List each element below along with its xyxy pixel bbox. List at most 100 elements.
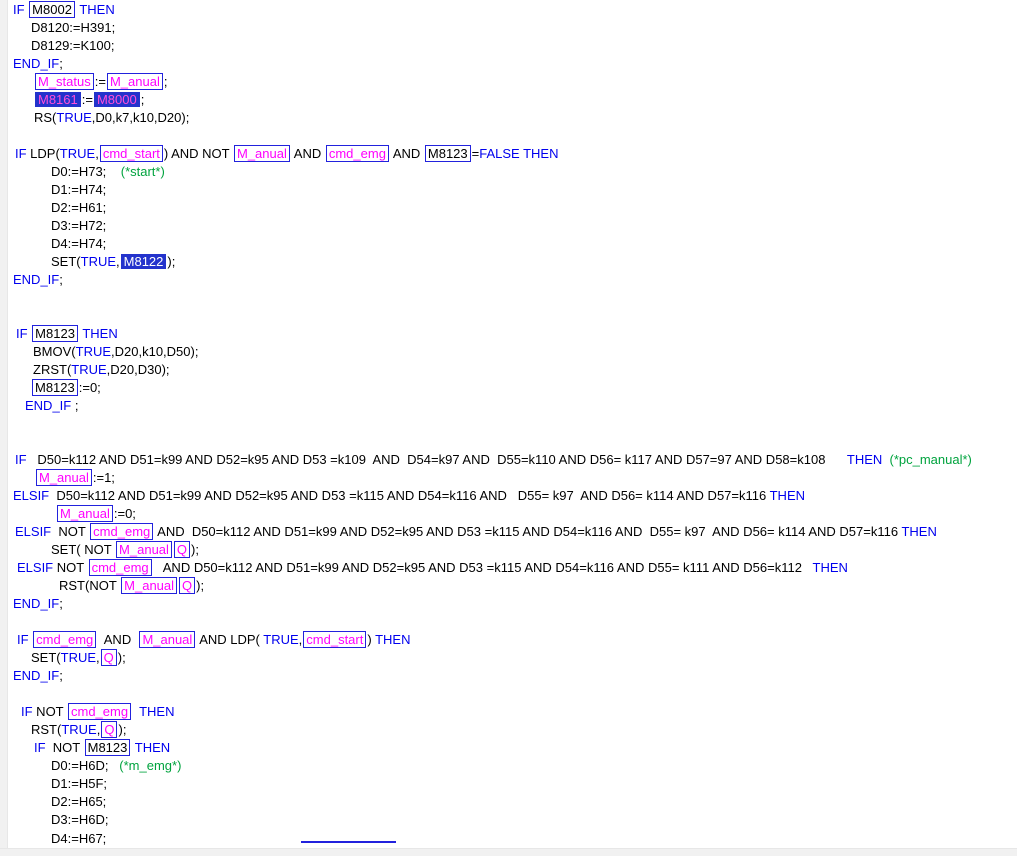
code-line[interactable]: M8161:=M8000; [9, 91, 1017, 109]
code-line[interactable]: ELSIF NOT cmd_emg AND D50=k112 AND D51=k… [9, 559, 1017, 577]
code-line[interactable]: D3:=H72; [9, 217, 1017, 235]
code-line[interactable]: IF NOT cmd_emg THEN [9, 703, 1017, 721]
code-text: D8129:=K100; [31, 38, 114, 53]
comment: (*pc_manual*) [882, 452, 972, 467]
keyword: END_IF [13, 272, 59, 287]
code-text: SET( [31, 650, 61, 665]
variable-box[interactable]: M_anual [139, 631, 195, 648]
code-line[interactable] [9, 307, 1017, 325]
code-text: AND [390, 146, 424, 161]
variable-box[interactable]: M_anual [121, 577, 177, 594]
variable-box[interactable]: Q [101, 721, 117, 738]
keyword: ELSIF [13, 488, 49, 503]
code-line[interactable]: END_IF; [9, 55, 1017, 73]
keyword: THEN [82, 326, 117, 341]
code-line[interactable]: IF NOT M8123 THEN [9, 739, 1017, 757]
code-line[interactable]: D2:=H61; [9, 199, 1017, 217]
keyword: THEN [139, 704, 174, 719]
selected-variable[interactable]: M8161 [35, 92, 81, 107]
code-line[interactable]: D4:=H67; [9, 829, 1017, 847]
keyword: IF [17, 632, 32, 647]
code-line[interactable]: SET( NOT M_anualQ); [9, 541, 1017, 559]
code-line[interactable] [9, 289, 1017, 307]
horizontal-scrollbar[interactable] [0, 848, 1017, 856]
code-text: D4:=H67; [51, 831, 106, 846]
variable-box[interactable]: M_status [35, 73, 94, 90]
variable-box[interactable]: M_anual [234, 145, 290, 162]
code-text: D8120:=H391; [31, 20, 115, 35]
keyword: TRUE [61, 722, 96, 737]
code-line[interactable]: ELSIF NOT cmd_emg AND D50=k112 AND D51=k… [9, 523, 1017, 541]
code-line[interactable]: M8123:=0; [9, 379, 1017, 397]
selected-variable[interactable]: M8000 [94, 92, 140, 107]
code-line[interactable]: M_status:=M_anual; [9, 73, 1017, 91]
variable-box[interactable]: cmd_start [100, 145, 163, 162]
variable-box[interactable]: Q [179, 577, 195, 594]
device-box[interactable]: M8002 [29, 1, 75, 18]
code-editor[interactable]: IF M8002 THEND8120:=H391;D8129:=K100;END… [9, 1, 1017, 847]
variable-box[interactable]: cmd_emg [90, 523, 153, 540]
code-line[interactable]: RST(NOT M_anualQ); [9, 577, 1017, 595]
code-line[interactable]: ELSIF D50=k112 AND D51=k99 AND D52=k95 A… [9, 487, 1017, 505]
code-line[interactable]: END_IF; [9, 667, 1017, 685]
code-line[interactable]: D8129:=K100; [9, 37, 1017, 55]
variable-box[interactable]: Q [101, 649, 117, 666]
cursor-underline[interactable] [301, 829, 396, 843]
device-box[interactable]: M8123 [32, 379, 78, 396]
code-line[interactable]: M_anual:=0; [9, 505, 1017, 523]
code-line[interactable]: IF M8123 THEN [9, 325, 1017, 343]
code-line[interactable]: IF LDP(TRUE,cmd_start) AND NOT M_anual A… [9, 145, 1017, 163]
code-line[interactable]: ZRST(TRUE,D20,D30); [9, 361, 1017, 379]
device-box[interactable]: M8123 [85, 739, 131, 756]
code-line[interactable]: IF M8002 THEN [9, 1, 1017, 19]
variable-box[interactable]: M_anual [36, 469, 92, 486]
code-line[interactable]: RST(TRUE,Q); [9, 721, 1017, 739]
device-box[interactable]: M8123 [32, 325, 78, 342]
code-line[interactable]: IF cmd_emg AND M_anual AND LDP( TRUE,cmd… [9, 631, 1017, 649]
code-line[interactable] [9, 433, 1017, 451]
code-line[interactable]: M_anual:=1; [9, 469, 1017, 487]
code-line[interactable]: D3:=H6D; [9, 811, 1017, 829]
code-line[interactable]: END_IF; [9, 271, 1017, 289]
code-line[interactable] [9, 685, 1017, 703]
code-text: , [97, 722, 101, 737]
device-box[interactable]: M8123 [425, 145, 471, 162]
code-line[interactable]: D8120:=H391; [9, 19, 1017, 37]
code-text: D3:=H6D; [51, 812, 108, 827]
code-line[interactable]: IF D50=k112 AND D51=k99 AND D52=k95 AND … [9, 451, 1017, 469]
code-line[interactable]: D0:=H6D; (*m_emg*) [9, 757, 1017, 775]
code-line[interactable]: BMOV(TRUE,D20,k10,D50); [9, 343, 1017, 361]
keyword: TRUE [56, 110, 91, 125]
code-line[interactable]: D1:=H74; [9, 181, 1017, 199]
variable-box[interactable]: cmd_start [303, 631, 366, 648]
variable-box[interactable]: cmd_emg [326, 145, 389, 162]
keyword: IF [15, 146, 30, 161]
variable-box[interactable]: cmd_emg [89, 559, 152, 576]
variable-box[interactable]: cmd_emg [68, 703, 131, 720]
code-line[interactable]: END_IF; [9, 595, 1017, 613]
code-line[interactable]: D2:=H65; [9, 793, 1017, 811]
code-text: D0:=H6D; [51, 758, 108, 773]
code-line[interactable]: SET(TRUE,M8122); [9, 253, 1017, 271]
code-line[interactable]: RS(TRUE,D0,k7,k10,D20); [9, 109, 1017, 127]
variable-box[interactable]: M_anual [107, 73, 163, 90]
code-lines: IF M8002 THEND8120:=H391;D8129:=K100;END… [9, 1, 1017, 847]
code-line[interactable] [9, 127, 1017, 145]
code-text: SET( [51, 254, 81, 269]
selected-device[interactable]: M8122 [121, 254, 167, 269]
code-line[interactable] [9, 415, 1017, 433]
code-text: , [95, 146, 99, 161]
code-line[interactable]: D0:=H73; (*start*) [9, 163, 1017, 181]
code-line[interactable]: D4:=H74; [9, 235, 1017, 253]
code-line[interactable]: D1:=H5F; [9, 775, 1017, 793]
code-text: , [116, 254, 120, 269]
keyword: ELSIF [17, 560, 53, 575]
code-line[interactable]: END_IF ; [9, 397, 1017, 415]
code-line[interactable]: SET(TRUE,Q); [9, 649, 1017, 667]
variable-box[interactable]: cmd_emg [33, 631, 96, 648]
variable-box[interactable]: M_anual [116, 541, 172, 558]
code-text: BMOV( [33, 344, 76, 359]
variable-box[interactable]: Q [174, 541, 190, 558]
variable-box[interactable]: M_anual [57, 505, 113, 522]
code-line[interactable] [9, 613, 1017, 631]
